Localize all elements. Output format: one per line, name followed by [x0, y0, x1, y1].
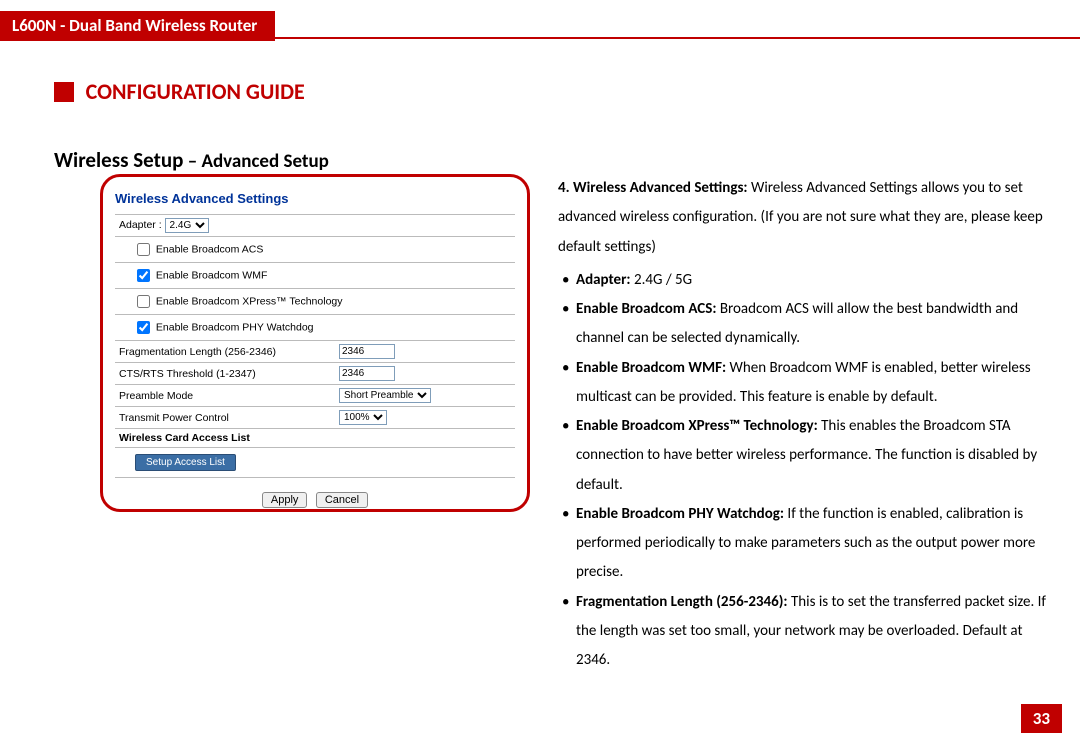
list-item: Enable Broadcom WMF: When Broadcom WMF i… [558, 354, 1048, 413]
header-title: L600N - Dual Band Wireless Router [0, 11, 275, 41]
red-square-icon [54, 82, 74, 102]
apply-cancel-row: Apply Cancel [115, 490, 515, 508]
setup-access-button[interactable]: Setup Access List [135, 454, 236, 471]
wmf-checkbox[interactable] [137, 269, 150, 282]
xpress-checkbox[interactable] [137, 295, 150, 308]
adapter-select[interactable]: 2.4G [165, 218, 209, 233]
section-sub: Advanced Setup [201, 150, 328, 173]
list-item: Enable Broadcom XPress™ Technology: This… [558, 412, 1048, 500]
tx-select[interactable]: 100% [339, 410, 387, 425]
list-item: Adapter: 2.4G / 5G [558, 266, 1048, 295]
description-text: 4. Wireless Advanced Settings: Wireless … [558, 174, 1048, 675]
panel-title: Wireless Advanced Settings [115, 191, 515, 206]
preamble-select[interactable]: Short Preamble [339, 388, 431, 403]
preamble-label: Preamble Mode [115, 385, 335, 407]
page-number: 33 [1021, 704, 1062, 733]
adapter-label: Adapter : [119, 219, 162, 231]
section-main: Wireless Setup [54, 147, 183, 173]
xpress-label: Enable Broadcom XPress™ Technology [156, 295, 343, 307]
phy-checkbox[interactable] [137, 321, 150, 334]
intro-bold: 4. Wireless Advanced Settings: [558, 179, 748, 197]
cts-label: CTS/RTS Threshold (1-2347) [115, 363, 335, 385]
acs-checkbox[interactable] [137, 243, 150, 256]
access-label: Wireless Card Access List [115, 429, 515, 448]
cts-input[interactable] [339, 366, 395, 381]
tx-label: Transmit Power Control [115, 407, 335, 429]
phy-label: Enable Broadcom PHY Watchdog [156, 321, 314, 333]
guide-title: CONFIGURATION GUIDE [86, 78, 305, 105]
settings-table: Adapter : 2.4G Enable Broadcom ACS Enabl… [115, 214, 515, 478]
wmf-label: Enable Broadcom WMF [156, 269, 267, 281]
frag-input[interactable] [339, 344, 395, 359]
apply-button[interactable]: Apply [262, 492, 308, 508]
list-item: Enable Broadcom ACS: Broadcom ACS will a… [558, 295, 1048, 354]
cancel-button[interactable]: Cancel [316, 492, 368, 508]
settings-screenshot: Wireless Advanced Settings Adapter : 2.4… [100, 174, 530, 512]
guide-heading: CONFIGURATION GUIDE [54, 78, 305, 105]
list-item: Fragmentation Length (256-2346): This is… [558, 588, 1048, 676]
section-heading: Wireless Setup – Advanced Setup [54, 147, 329, 173]
bullet-list: Adapter: 2.4G / 5G Enable Broadcom ACS: … [558, 266, 1048, 676]
frag-label: Fragmentation Length (256-2346) [115, 341, 335, 363]
acs-label: Enable Broadcom ACS [156, 243, 263, 255]
list-item: Enable Broadcom PHY Watchdog: If the fun… [558, 500, 1048, 588]
section-sep: – [183, 150, 201, 173]
